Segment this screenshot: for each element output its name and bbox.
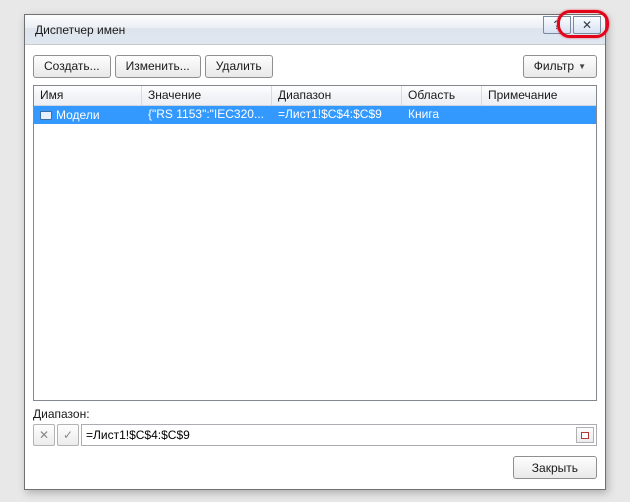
x-icon: ✕ [39,428,49,442]
edit-button[interactable]: Изменить... [115,55,201,78]
names-list: Имя Значение Диапазон Область Примечание… [33,85,597,401]
refers-to-label: Диапазон: [33,407,597,421]
dialog-footer: Закрыть [25,446,605,489]
window-title: Диспетчер имен [35,23,125,37]
cell-scope: Книга [402,106,482,124]
table-row[interactable]: Модели {"RS 1153":"IEC320... =Лист1!$C$4… [34,106,596,124]
cell-comment [482,106,596,124]
check-icon: ✓ [63,428,73,442]
close-window-button[interactable]: ✕ [573,16,601,34]
range-collapse-button[interactable] [576,427,594,443]
list-body: Модели {"RS 1153":"IEC320... =Лист1!$C$4… [34,106,596,400]
delete-button[interactable]: Удалить [205,55,273,78]
cancel-edit-button[interactable]: ✕ [33,424,55,446]
col-range[interactable]: Диапазон [272,86,402,105]
close-button[interactable]: Закрыть [513,456,597,479]
refers-to-input[interactable]: =Лист1!$C$4:$C$9 [81,424,597,446]
refers-to-value: =Лист1!$C$4:$C$9 [86,428,190,442]
chevron-down-icon: ▼ [578,62,586,71]
name-icon [40,111,52,120]
filter-label: Фильтр [534,59,574,73]
column-headers: Имя Значение Диапазон Область Примечание [34,86,596,106]
cell-range: =Лист1!$C$4:$C$9 [272,106,402,124]
range-collapse-icon [581,432,589,439]
create-button[interactable]: Создать... [33,55,111,78]
name-manager-dialog: Диспетчер имен ? ✕ Создать... Изменить..… [24,14,606,490]
col-name[interactable]: Имя [34,86,142,105]
help-icon: ? [554,18,561,32]
col-scope[interactable]: Область [402,86,482,105]
cell-name: Модели [56,108,100,122]
help-button[interactable]: ? [543,16,571,34]
close-icon: ✕ [582,18,592,32]
cell-value: {"RS 1153":"IEC320... [142,106,272,124]
refers-to-section: Диапазон: ✕ ✓ =Лист1!$C$4:$C$9 [33,407,597,446]
titlebar[interactable]: Диспетчер имен ? ✕ [25,15,605,45]
filter-button[interactable]: Фильтр ▼ [523,55,597,78]
accept-edit-button[interactable]: ✓ [57,424,79,446]
col-comment[interactable]: Примечание [482,86,596,105]
col-value[interactable]: Значение [142,86,272,105]
toolbar: Создать... Изменить... Удалить Фильтр ▼ [25,45,605,81]
